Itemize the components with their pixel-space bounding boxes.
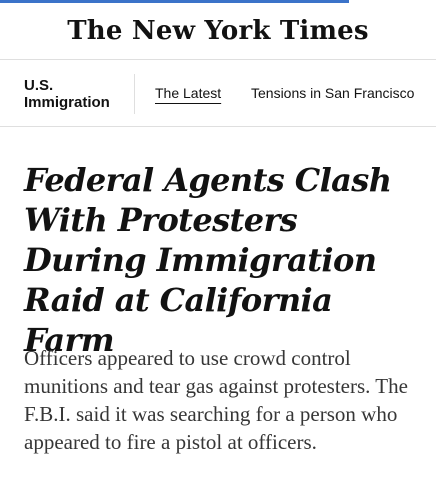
section-title[interactable]: U.S. Immigration — [24, 77, 124, 111]
nyt-logo[interactable]: The New York Times — [67, 16, 369, 46]
masthead: The New York Times — [0, 3, 436, 60]
section-nav: U.S. Immigration The Latest Tensions in … — [0, 60, 436, 127]
article-summary: Officers appeared to use crowd control m… — [24, 346, 408, 454]
article-headline: Federal Agents Clash With Protesters Dur… — [24, 161, 392, 359]
nav-divider — [134, 74, 135, 114]
nav-link-the-latest[interactable]: The Latest — [155, 85, 221, 102]
nav-link-tensions-in-san-francisco[interactable]: Tensions in San Francisco — [251, 85, 414, 102]
